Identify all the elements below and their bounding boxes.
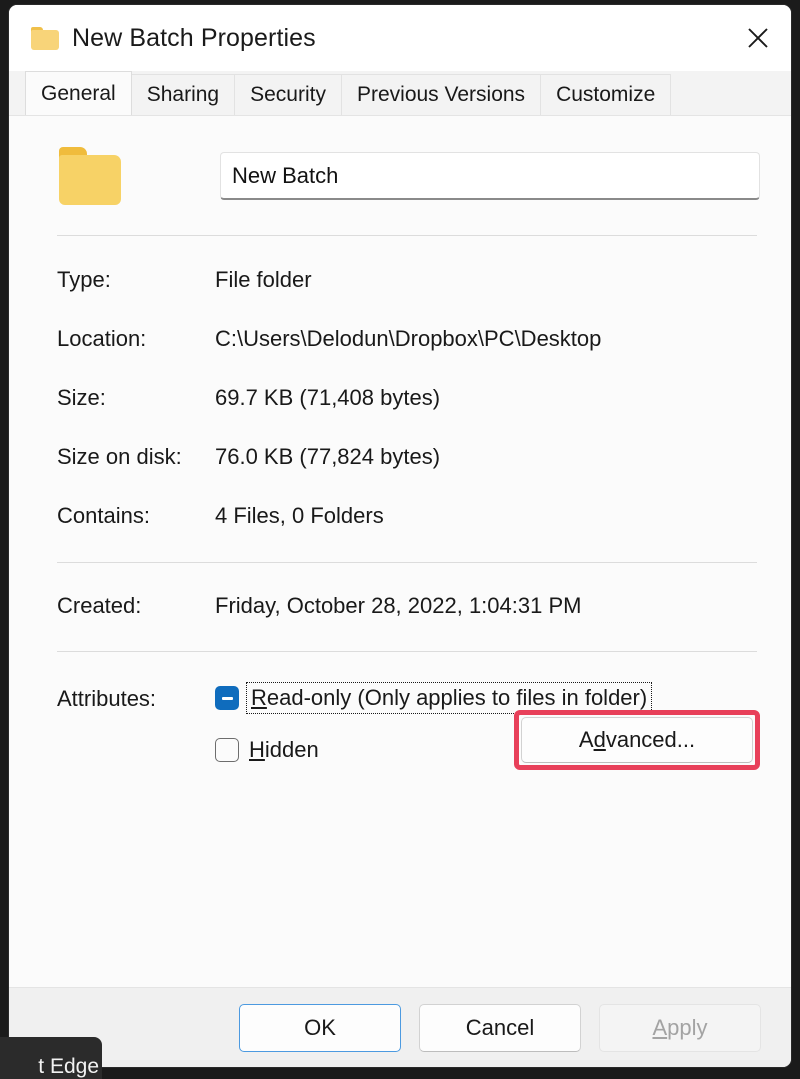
close-icon[interactable] — [725, 5, 791, 71]
tab-general[interactable]: General — [25, 71, 132, 115]
property-value: Friday, October 28, 2022, 1:04:31 PM — [215, 593, 582, 618]
property-label: Created: — [57, 593, 142, 618]
tab-security[interactable]: Security — [234, 74, 342, 115]
tab-label: General — [41, 81, 116, 105]
attributes-label: Attributes: — [57, 686, 157, 711]
property-value: 69.7 KB (71,408 bytes) — [215, 385, 441, 410]
accelerator-key: A — [652, 1014, 668, 1040]
advanced-button[interactable]: Advanced... — [521, 717, 753, 763]
property-row-contains: Contains: 4 Files, 0 Folders — [39, 503, 761, 529]
property-label: Size on disk: — [57, 444, 182, 469]
taskbar-tooltip-label: t Edge — [38, 1055, 99, 1078]
window-title: New Batch Properties — [72, 23, 316, 52]
property-value: 76.0 KB (77,824 bytes) — [215, 444, 441, 469]
properties-dialog: New Batch Properties General Sharing Sec… — [8, 4, 792, 1068]
tab-strip: General Sharing Security Previous Versio… — [9, 71, 791, 115]
dialog-footer: OK Cancel Apply — [9, 987, 791, 1067]
tab-label: Previous Versions — [356, 83, 526, 106]
advanced-text-before: A — [578, 727, 594, 752]
property-label: Contains: — [57, 503, 150, 528]
apply-button-label: Apply — [652, 1015, 707, 1041]
folder-name-row: New Batch — [39, 116, 761, 205]
folder-icon — [57, 147, 123, 205]
property-row-created: Created: Friday, October 28, 2022, 1:04:… — [39, 593, 761, 619]
attributes-controls: Read-only (Only applies to files in fold… — [215, 681, 761, 770]
accelerator-key: R — [251, 685, 267, 710]
tab-label: Customize — [556, 83, 656, 106]
divider — [57, 235, 757, 236]
taskbar-tooltip: t Edge — [0, 1037, 102, 1079]
folder-name-value: New Batch — [232, 162, 339, 188]
property-row-size-on-disk: Size on disk: 76.0 KB (77,824 bytes) — [39, 444, 761, 470]
divider — [57, 562, 757, 563]
advanced-button-highlight: Advanced... — [514, 710, 760, 770]
hidden-label: Hidden — [249, 737, 319, 763]
property-row-type: Type: File folder — [39, 267, 761, 293]
ok-button[interactable]: OK — [239, 1003, 401, 1052]
read-only-text: ead-only (Only applies to files in folde… — [266, 685, 648, 710]
cancel-button-label: Cancel — [465, 1014, 535, 1040]
advanced-text-after: vanced... — [605, 727, 696, 752]
tab-customize[interactable]: Customize — [540, 74, 672, 115]
property-value: 4 Files, 0 Folders — [215, 503, 384, 528]
apply-button: Apply — [599, 1003, 761, 1052]
folder-icon — [31, 26, 59, 50]
divider — [57, 651, 757, 652]
general-tab-page: New Batch Type: File folder Location: C:… — [9, 115, 791, 987]
property-row-location: Location: C:\Users\Delodun\Dropbox\PC\De… — [39, 326, 761, 352]
cancel-button[interactable]: Cancel — [419, 1003, 581, 1052]
read-only-checkbox[interactable] — [215, 686, 239, 710]
property-row-size: Size: 69.7 KB (71,408 bytes) — [39, 385, 761, 411]
advanced-button-label: Advanced... — [579, 727, 695, 753]
property-label: Type: — [57, 267, 111, 292]
hidden-checkbox[interactable] — [215, 738, 239, 762]
accelerator-key: H — [249, 737, 265, 762]
hidden-text: idden — [264, 737, 319, 762]
tab-label: Sharing — [146, 83, 220, 106]
folder-name-input[interactable]: New Batch — [220, 152, 760, 200]
ok-button-label: OK — [304, 1014, 336, 1040]
tab-label: Security — [250, 83, 326, 106]
tab-sharing[interactable]: Sharing — [130, 74, 236, 115]
tab-previous-versions[interactable]: Previous Versions — [340, 74, 542, 115]
apply-text: pply — [667, 1014, 708, 1040]
read-only-label: Read-only (Only applies to files in fold… — [245, 682, 653, 714]
property-label: Size: — [57, 385, 106, 410]
accelerator-key: d — [593, 727, 606, 752]
property-value: C:\Users\Delodun\Dropbox\PC\Desktop — [215, 326, 602, 351]
hidden-checkbox-row[interactable]: Hidden — [215, 733, 319, 767]
title-bar[interactable]: New Batch Properties — [9, 5, 791, 71]
property-value: File folder — [215, 267, 312, 292]
attributes-section: Attributes: Read-only (Only applies to f… — [39, 681, 761, 770]
property-label: Location: — [57, 326, 147, 351]
